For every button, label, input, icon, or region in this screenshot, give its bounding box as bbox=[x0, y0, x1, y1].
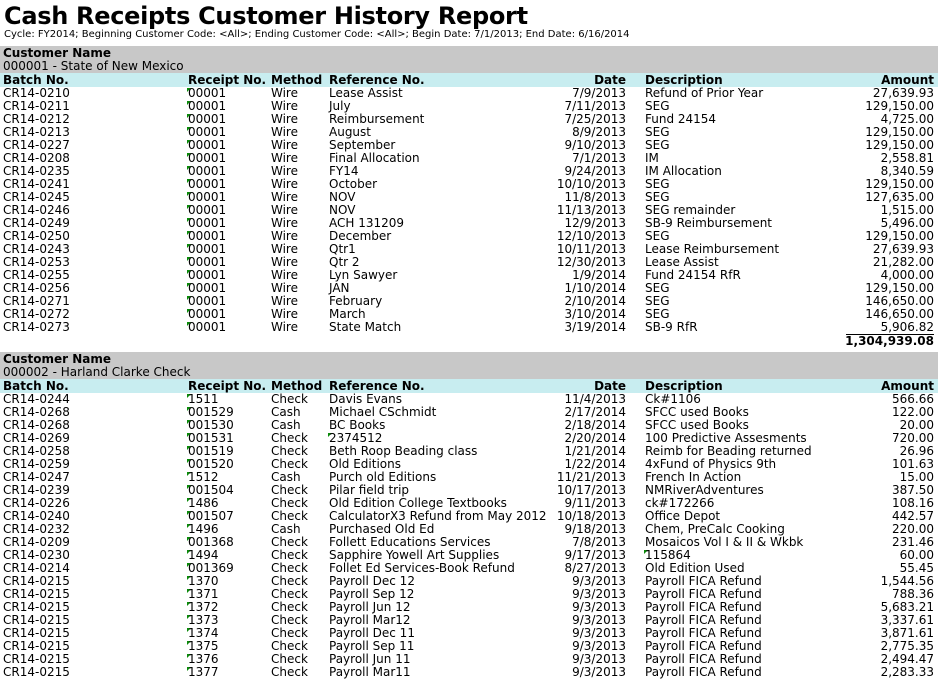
table-row: CR14-0215 1375 Check Payroll Sep 11 9/3/2013… bbox=[0, 640, 938, 653]
customer-header-band: Customer Name 000001 - State of New Mexic… bbox=[0, 46, 938, 73]
column-header-reference-no: Reference No. bbox=[329, 73, 425, 87]
table-row: CR14-0245 00001 Wire NOV 11/8/2013 SEG 127,635… bbox=[0, 191, 938, 204]
column-header-description: Description bbox=[645, 379, 723, 393]
table-row: CR14-0211 00001 Wire July 7/11/2013 SEG 129,15… bbox=[0, 100, 938, 113]
customer-section: Customer Name 000001 - State of New Mexic… bbox=[0, 46, 938, 352]
method-cell: Check bbox=[271, 665, 308, 679]
column-header-description: Description bbox=[645, 73, 723, 87]
table-row: CR14-0215 1373 Check Payroll Mar12 9/3/2013 P… bbox=[0, 614, 938, 627]
column-header-method: Method bbox=[271, 73, 323, 87]
amount-cell: 5,906.82 bbox=[880, 320, 934, 334]
receipt-no-cell: 00001 bbox=[188, 320, 227, 334]
table-row: CR14-0273 00001 Wire State Match 3/19/2014 SB… bbox=[0, 321, 938, 334]
table-row: CR14-0208 00001 Wire Final Allocation 7/1/20… bbox=[0, 152, 938, 165]
date-cell: 9/3/2013 bbox=[572, 665, 626, 679]
table-row: CR14-0258 001519 Check Beth Roop Beading cl… bbox=[0, 445, 938, 458]
table-row: CR14-0235 00001 Wire FY14 9/24/2013 IM Alloca… bbox=[0, 165, 938, 178]
table-row: CR14-0243 00001 Wire Qtr1 10/11/2013 Lease Re… bbox=[0, 243, 938, 256]
table-row: CR14-0227 00001 Wire September 9/10/2013 SEG 1… bbox=[0, 139, 938, 152]
column-header-date: Date bbox=[594, 379, 626, 393]
amount-cell: 2,283.33 bbox=[880, 665, 934, 679]
reference-no-cell: State Match bbox=[329, 320, 402, 334]
table-row: CR14-0215 1371 Check Payroll Sep 12 9/3/2013… bbox=[0, 588, 938, 601]
table-row: CR14-0241 00001 Wire October 10/10/2013 SEG 12… bbox=[0, 178, 938, 191]
table-row: CR14-0249 00001 Wire ACH 131209 12/9/2013 SB-… bbox=[0, 217, 938, 230]
customer-total-row: 1,304,939.08 bbox=[0, 334, 938, 348]
column-header-batch-no: Batch No. bbox=[3, 73, 69, 87]
reference-no-cell: Payroll Mar11 bbox=[329, 665, 411, 679]
table-row: CR14-0215 1376 Check Payroll Jun 11 9/3/2013… bbox=[0, 653, 938, 666]
customer-header-band: Customer Name 000002 - Harland Clarke Che… bbox=[0, 352, 938, 379]
customer-name-value: 000002 - Harland Clarke Check bbox=[3, 365, 191, 379]
table-row: CR14-0212 00001 Wire Reimbursement 7/25/2013… bbox=[0, 113, 938, 126]
table-row: CR14-0256 00001 Wire JAN 1/10/2014 SEG 129,150… bbox=[0, 282, 938, 295]
table-row: CR14-0271 00001 Wire February 2/10/2014 SEG 14… bbox=[0, 295, 938, 308]
table-row: CR14-0215 1377 Check Payroll Mar11 9/3/2013 P… bbox=[0, 666, 938, 679]
report-title: Cash Receipts Customer History Report bbox=[4, 2, 528, 30]
table-row: CR14-0215 1372 Check Payroll Jun 12 9/3/2013… bbox=[0, 601, 938, 614]
column-header-row: Batch No. Receipt No. Method Reference No. D… bbox=[0, 379, 938, 393]
table-row: CR14-0259 001520 Check Old Editions 1/22/201… bbox=[0, 458, 938, 471]
batch-no-cell: CR14-0215 bbox=[3, 665, 70, 679]
table-row: CR14-0210 00001 Wire Lease Assist 7/9/2013 Re… bbox=[0, 87, 938, 100]
customer-name-label: Customer Name bbox=[3, 352, 111, 366]
customer-name-label: Customer Name bbox=[3, 46, 111, 60]
table-row: CR14-0215 1374 Check Payroll Dec 11 9/3/2013… bbox=[0, 627, 938, 640]
report-parameters: Cycle: FY2014; Beginning Customer Code: … bbox=[4, 29, 630, 40]
table-row: CR14-0268 001529 Cash Michael CSchmidt 2/17/… bbox=[0, 406, 938, 419]
column-header-reference-no: Reference No. bbox=[329, 379, 425, 393]
customer-name-value: 000001 - State of New Mexico bbox=[3, 59, 184, 73]
date-cell: 3/19/2014 bbox=[564, 320, 626, 334]
description-cell: Payroll FICA Refund bbox=[645, 665, 762, 679]
table-row: CR14-0272 00001 Wire March 3/10/2014 SEG 146,6… bbox=[0, 308, 938, 321]
table-row: CR14-0213 00001 Wire August 8/9/2013 SEG 129,1… bbox=[0, 126, 938, 139]
column-header-receipt-no: Receipt No. bbox=[188, 73, 267, 87]
column-header-receipt-no: Receipt No. bbox=[188, 379, 267, 393]
table-row: CR14-0247 1512 Cash Purch old Editions 11/21… bbox=[0, 471, 938, 484]
table-row: CR14-0215 1370 Check Payroll Dec 12 9/3/2013… bbox=[0, 575, 938, 588]
table-row: CR14-0255 00001 Wire Lyn Sawyer 1/9/2014 Fund… bbox=[0, 269, 938, 282]
customer-total-amount: 1,304,939.08 bbox=[845, 334, 934, 348]
column-header-row: Batch No. Receipt No. Method Reference No. D… bbox=[0, 73, 938, 87]
column-header-method: Method bbox=[271, 379, 323, 393]
column-header-amount: Amount bbox=[881, 379, 934, 393]
table-row: CR14-0253 00001 Wire Qtr 2 12/30/2013 Lease A… bbox=[0, 256, 938, 269]
column-header-date: Date bbox=[594, 73, 626, 87]
batch-no-cell: CR14-0273 bbox=[3, 320, 70, 334]
description-cell: SB-9 RfR bbox=[645, 320, 698, 334]
table-row: CR14-0250 00001 Wire December 12/10/2013 SEG 1… bbox=[0, 230, 938, 243]
receipt-no-cell: 1377 bbox=[188, 665, 219, 679]
column-header-amount: Amount bbox=[881, 73, 934, 87]
table-row: CR14-0240 001507 Check CalculatorX3 Refund … bbox=[0, 510, 938, 523]
table-row: CR14-0244 1511 Check Davis Evans 11/4/2013 Ck… bbox=[0, 393, 938, 406]
table-row: CR14-0246 00001 Wire NOV 11/13/2013 SEG remai… bbox=[0, 204, 938, 217]
method-cell: Wire bbox=[271, 320, 298, 334]
customer-section: Customer Name 000002 - Harland Clarke Che… bbox=[0, 352, 938, 679]
report-body: Customer Name 000001 - State of New Mexic… bbox=[0, 46, 938, 679]
table-row: CR14-0214 001369 Check Follet Ed Services-B… bbox=[0, 562, 938, 575]
column-header-batch-no: Batch No. bbox=[3, 379, 69, 393]
